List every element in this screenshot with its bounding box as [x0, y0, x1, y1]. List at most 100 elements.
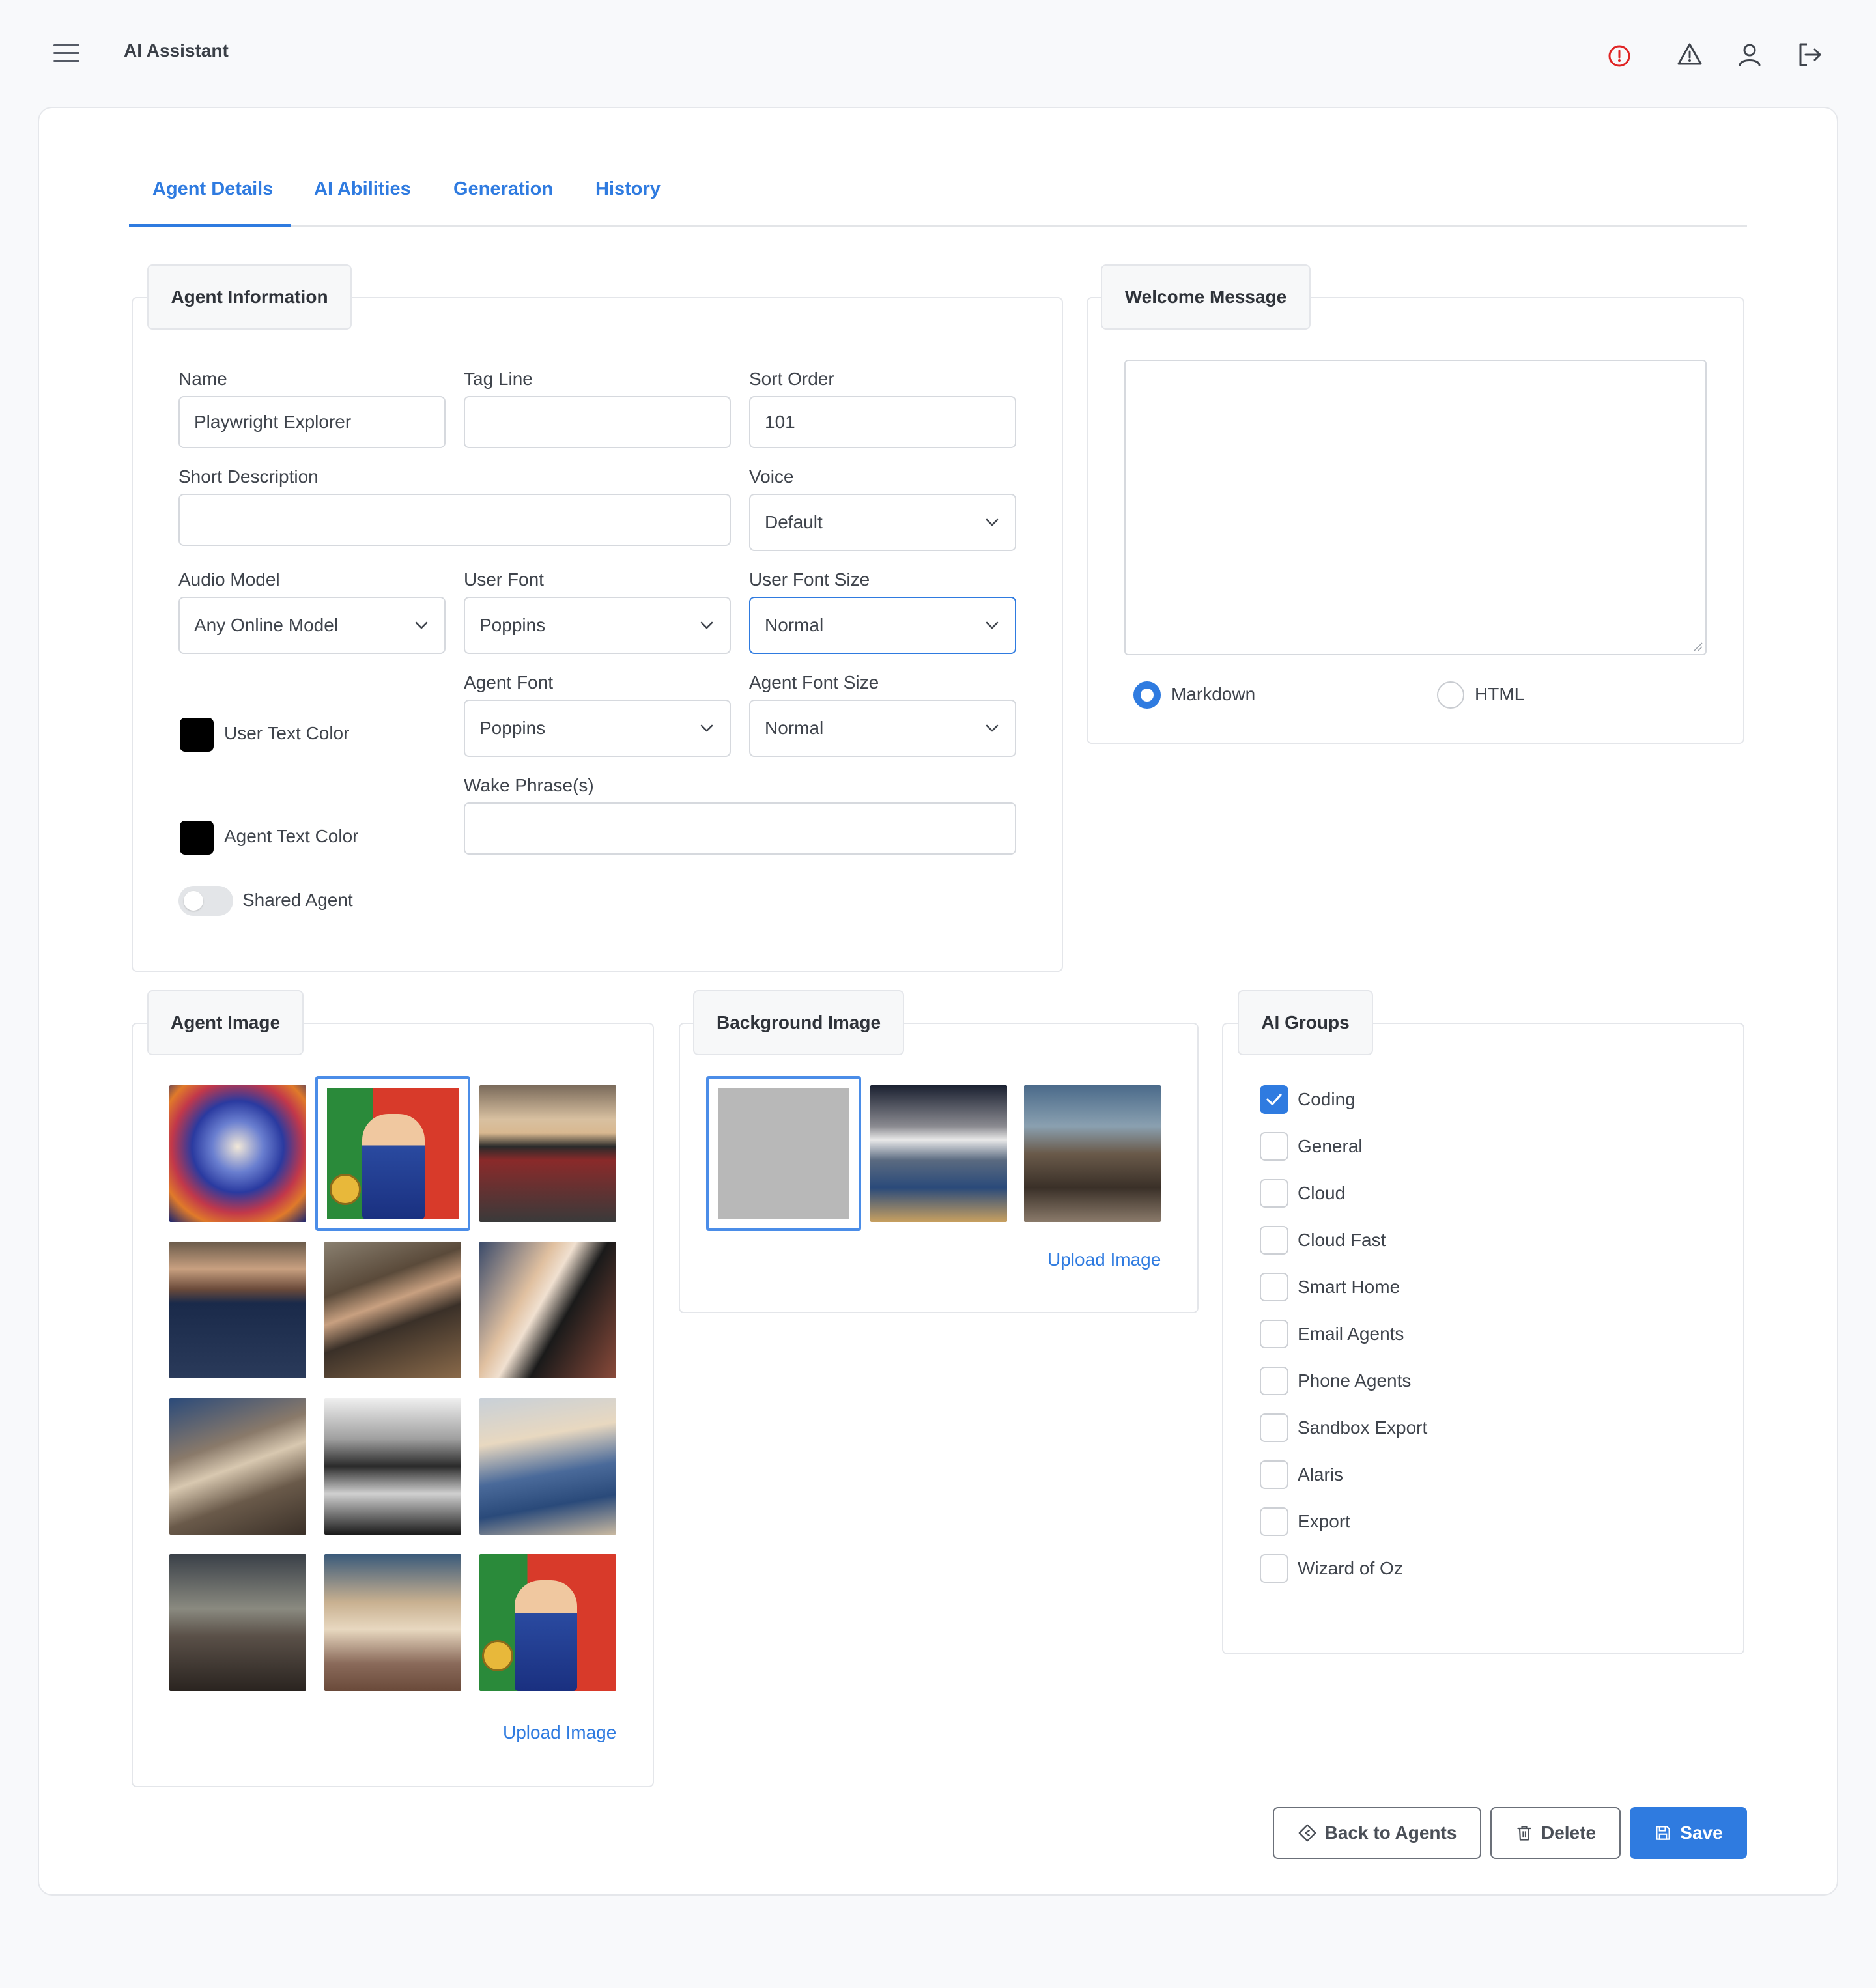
group-label: Phone Agents [1298, 1370, 1412, 1391]
chevron-down-icon [986, 518, 999, 526]
delete-label: Delete [1541, 1823, 1597, 1843]
shared-agent-toggle[interactable] [178, 886, 233, 916]
group-checkbox-coding[interactable] [1260, 1085, 1288, 1114]
background-image-thumb[interactable] [1024, 1085, 1161, 1222]
back-to-agents-button[interactable]: Back to Agents [1273, 1807, 1481, 1859]
floppy-disk-icon [1656, 1826, 1671, 1840]
menu-icon[interactable] [53, 44, 79, 63]
group-label: Email Agents [1298, 1324, 1404, 1344]
user-font-value: Poppins [479, 615, 546, 635]
background-image-thumb[interactable] [870, 1085, 1007, 1222]
agent-upload-image-link[interactable]: Upload Image [503, 1722, 616, 1743]
app-title: AI Assistant [124, 40, 229, 61]
group-label: Coding [1298, 1089, 1356, 1109]
chevron-down-icon [700, 621, 713, 629]
group-label: Sandbox Export [1298, 1417, 1428, 1438]
group-checkbox-sandbox-export[interactable] [1260, 1413, 1288, 1442]
voice-select[interactable]: Default [749, 494, 1016, 551]
group-label: Wizard of Oz [1298, 1558, 1403, 1578]
shared-agent-label: Shared Agent [242, 890, 353, 910]
chevron-down-icon [986, 724, 999, 732]
agent-image-thumb[interactable] [169, 1085, 306, 1222]
save-button[interactable]: Save [1630, 1807, 1747, 1859]
group-checkbox-phone-agents[interactable] [1260, 1367, 1288, 1395]
agent-font-size-select[interactable]: Normal [749, 700, 1016, 757]
chevron-down-icon [700, 724, 713, 732]
name-label: Name [178, 369, 227, 389]
audio-model-value: Any Online Model [194, 615, 339, 635]
agent-image-thumb[interactable] [324, 1398, 461, 1535]
trash-icon [1517, 1826, 1531, 1841]
user-text-color-swatch[interactable] [180, 718, 214, 752]
agent-image-thumb[interactable] [324, 1242, 461, 1378]
group-label: Cloud [1298, 1183, 1346, 1203]
wake-phrase-input[interactable] [464, 802, 1016, 855]
group-label: Smart Home [1298, 1277, 1400, 1297]
agent-image-thumb[interactable] [479, 1398, 616, 1535]
delete-button[interactable]: Delete [1490, 1807, 1621, 1859]
warning-triangle-icon[interactable] [1674, 39, 1705, 70]
agent-information-title: Agent Information [147, 264, 352, 330]
user-font-select[interactable]: Poppins [464, 597, 731, 654]
agent-text-color-swatch[interactable] [180, 821, 214, 855]
user-text-color-label: User Text Color [224, 723, 350, 743]
html-radio[interactable] [1437, 681, 1464, 709]
diamond-arrow-icon [1298, 1824, 1316, 1842]
name-input[interactable]: Playwright Explorer [178, 396, 446, 448]
agent-image-thumb[interactable] [479, 1554, 616, 1691]
markdown-radio[interactable] [1133, 681, 1161, 709]
agent-image-thumb[interactable] [169, 1554, 306, 1691]
html-label: HTML [1475, 684, 1525, 704]
tab-ai-abilities[interactable]: AI Abilities [314, 178, 411, 200]
group-checkbox-alaris[interactable] [1260, 1460, 1288, 1489]
resize-handle-icon[interactable] [1692, 641, 1703, 651]
tab-agent-details[interactable]: Agent Details [152, 178, 273, 200]
group-checkbox-smart-home[interactable] [1260, 1273, 1288, 1301]
voice-value: Default [765, 512, 823, 532]
tagline-label: Tag Line [464, 369, 533, 389]
audio-model-label: Audio Model [178, 569, 280, 589]
tab-active-indicator [129, 224, 291, 227]
welcome-message-textarea[interactable] [1124, 360, 1707, 655]
back-to-agents-label: Back to Agents [1324, 1823, 1457, 1843]
background-image-title: Background Image [693, 990, 904, 1055]
tagline-input[interactable] [464, 396, 731, 448]
user-font-size-value: Normal [765, 615, 824, 635]
alert-circle-icon[interactable] [1604, 39, 1635, 70]
group-checkbox-wizard-of-oz[interactable] [1260, 1554, 1288, 1583]
short-description-label: Short Description [178, 466, 319, 487]
agent-image-thumb[interactable] [324, 1554, 461, 1691]
markdown-label: Markdown [1171, 684, 1256, 704]
sort-order-label: Sort Order [749, 369, 834, 389]
short-description-input[interactable] [178, 494, 731, 546]
agent-font-value: Poppins [479, 718, 546, 738]
group-checkbox-cloud-fast[interactable] [1260, 1226, 1288, 1255]
group-label: General [1298, 1136, 1363, 1156]
user-font-label: User Font [464, 569, 544, 589]
group-checkbox-general[interactable] [1260, 1132, 1288, 1161]
group-checkbox-email-agents[interactable] [1260, 1320, 1288, 1348]
audio-model-select[interactable]: Any Online Model [178, 597, 446, 654]
background-upload-image-link[interactable]: Upload Image [1047, 1249, 1161, 1270]
group-label: Alaris [1298, 1464, 1344, 1484]
agent-image-thumb[interactable] [169, 1242, 306, 1378]
user-icon[interactable] [1734, 39, 1765, 70]
tab-generation[interactable]: Generation [453, 178, 553, 200]
tabs-divider [129, 225, 1747, 227]
group-label: Cloud Fast [1298, 1230, 1386, 1250]
agent-image-thumb-selected[interactable] [315, 1076, 470, 1231]
user-font-size-select[interactable]: Normal [749, 597, 1016, 654]
agent-image-thumb[interactable] [479, 1085, 616, 1222]
agent-font-label: Agent Font [464, 672, 553, 692]
background-image-thumb-selected[interactable] [706, 1076, 861, 1231]
logout-icon[interactable] [1794, 39, 1825, 70]
sort-order-input[interactable]: 101 [749, 396, 1016, 448]
group-checkbox-cloud[interactable] [1260, 1179, 1288, 1208]
chevron-down-icon [415, 621, 428, 629]
agent-image-thumb[interactable] [169, 1398, 306, 1535]
save-label: Save [1680, 1823, 1723, 1843]
group-checkbox-export[interactable] [1260, 1507, 1288, 1536]
agent-font-select[interactable]: Poppins [464, 700, 731, 757]
tab-history[interactable]: History [595, 178, 661, 200]
agent-image-thumb[interactable] [479, 1242, 616, 1378]
